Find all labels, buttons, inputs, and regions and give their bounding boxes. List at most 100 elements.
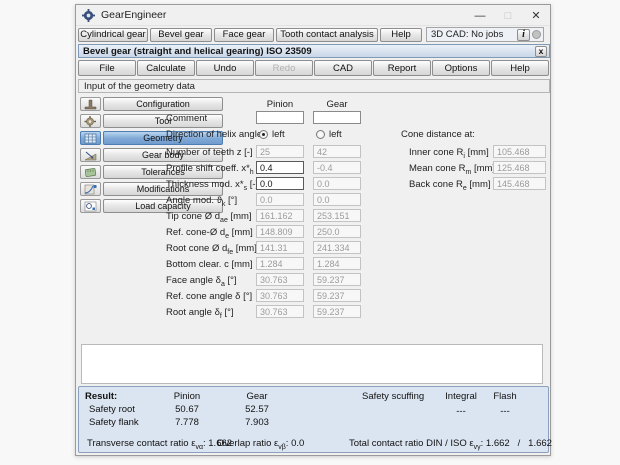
angle-mod-label: Angle mod. ϑk [°] <box>166 195 238 208</box>
bottom-clearance-pinion-field <box>256 257 304 270</box>
menu-bar: File Calculate Undo Redo CAD Report Opti… <box>78 60 550 76</box>
ref-cone-angle-pinion-field <box>256 289 304 302</box>
pinion-column-header: Pinion <box>266 99 294 110</box>
document-bar: Bevel gear (straight and helical gearing… <box>78 44 550 58</box>
menu-calculate-button[interactable]: Calculate <box>137 60 195 76</box>
window-controls: — □ ✕ <box>466 5 550 26</box>
safety-root-label: Safety root <box>89 404 135 415</box>
total-contact-ratio: Total contact ratio DIN / ISO εvγ: 1.662… <box>349 438 552 451</box>
mean-cone-label: Mean cone Rm [mm] <box>409 163 496 176</box>
profile-shift-pinion-input[interactable] <box>256 161 304 174</box>
cone-distance-title: Cone distance at: <box>401 129 475 140</box>
gear-column-header: Gear <box>326 99 348 110</box>
tip-cone-gear-field <box>313 209 361 222</box>
face-angle-pinion-field <box>256 273 304 286</box>
result-title: Result: <box>85 391 118 402</box>
tip-cone-label: Tip cone Ø dae [mm] <box>166 211 252 224</box>
document-close-icon[interactable]: x <box>535 45 547 57</box>
menu-cad-button[interactable]: CAD <box>314 60 372 76</box>
menu-undo-button[interactable]: Undo <box>196 60 254 76</box>
cad-status-panel: 3D CAD: No jobs i <box>426 27 544 42</box>
gear-body-icon <box>80 148 101 162</box>
comment-gear-input[interactable] <box>313 111 361 124</box>
ref-cone-dia-gear-field <box>313 225 361 238</box>
info-icon[interactable]: i <box>517 28 530 41</box>
document-title: Bevel gear (straight and helical gearing… <box>83 45 312 57</box>
tab-help[interactable]: Help <box>380 27 422 42</box>
teeth-pinion-field <box>256 145 304 158</box>
message-box <box>81 344 543 384</box>
gear-helix-left-radio[interactable] <box>316 130 325 139</box>
cad-status-label: 3D CAD: No jobs <box>431 29 504 40</box>
minimize-button[interactable]: — <box>466 5 494 26</box>
desktop: GearEngineer — □ ✕ Cylindrical gear Beve… <box>0 0 620 465</box>
section-title: Input of the geometry data <box>84 80 195 92</box>
menu-help-button[interactable]: Help <box>491 60 549 76</box>
inner-cone-label: Inner cone Ri [mm] <box>409 147 489 160</box>
result-panel: Result: Pinion Gear Safety scuffing Inte… <box>78 386 552 453</box>
tool-gear-icon <box>80 114 101 128</box>
angle-mod-gear-field <box>313 193 361 206</box>
overlap-ratio: Overlap ratio εvβ: 0.0 <box>217 438 305 451</box>
inner-cone-field <box>493 145 546 158</box>
gear-helix-left-label: left <box>329 129 342 140</box>
sidebar-item-configuration[interactable]: Configuration <box>80 97 223 111</box>
ref-cone-angle-gear-field <box>313 289 361 302</box>
module-tab-row: Cylindrical gear Bevel gear Face gear To… <box>76 26 550 43</box>
geometry-grid-icon <box>80 131 101 145</box>
tab-bevel-gear[interactable]: Bevel gear <box>150 27 212 42</box>
result-pinion-header: Pinion <box>173 391 201 402</box>
gearengineer-window: GearEngineer — □ ✕ Cylindrical gear Beve… <box>75 4 552 456</box>
title-bar[interactable]: GearEngineer — □ ✕ <box>76 5 550 26</box>
pinion-helix-left-label: left <box>272 129 285 140</box>
tab-face-gear[interactable]: Face gear <box>214 27 274 42</box>
result-gear-header: Gear <box>246 391 268 402</box>
menu-report-button[interactable]: Report <box>373 60 431 76</box>
scuffing-flash-value: --- <box>500 406 510 417</box>
face-angle-label: Face angle δa [°] <box>166 275 237 288</box>
back-cone-label: Back cone Re [mm] <box>409 179 491 192</box>
safety-flank-pinion-value: 7.778 <box>175 417 199 428</box>
profile-shift-label: Profile shift coeff. x*h [-] <box>166 163 265 176</box>
thickness-mod-pinion-input[interactable] <box>256 177 304 190</box>
menu-file-button[interactable]: File <box>78 60 136 76</box>
mean-cone-field <box>493 161 546 174</box>
tolerances-ruler-icon <box>80 165 101 179</box>
transverse-contact-ratio: Transverse contact ratio εvα: 1.662 <box>87 438 233 451</box>
safety-scuffing-header: Safety scuffing <box>362 391 425 402</box>
safety-flank-label: Safety flank <box>89 417 139 428</box>
close-button[interactable]: ✕ <box>522 5 550 26</box>
comment-label: Comment <box>166 113 208 124</box>
root-angle-gear-field <box>313 305 361 318</box>
sidebar-label: Configuration <box>103 97 223 111</box>
tip-cone-pinion-field <box>256 209 304 222</box>
ref-cone-angle-label: Ref. cone angle δ [°] <box>166 291 253 302</box>
tab-tooth-contact-analysis[interactable]: Tooth contact analysis <box>276 27 378 42</box>
flash-header: Flash <box>493 391 517 402</box>
thickness-mod-gear-field <box>313 177 361 190</box>
teeth-label: Number of teeth z [-] <box>166 147 253 158</box>
angle-mod-pinion-field <box>256 193 304 206</box>
modifications-icon <box>80 182 101 196</box>
helix-direction-label: Direction of helix angle <box>166 129 263 140</box>
menu-redo-button: Redo <box>255 60 313 76</box>
status-led-icon <box>532 30 541 39</box>
configuration-icon <box>80 97 101 111</box>
root-cone-gear-field <box>313 241 361 254</box>
app-gear-icon <box>82 8 95 22</box>
section-header: Input of the geometry data <box>78 79 550 93</box>
ref-cone-dia-pinion-field <box>256 225 304 238</box>
tab-cylindrical-gear[interactable]: Cylindrical gear <box>78 27 148 42</box>
profile-shift-gear-field <box>313 161 361 174</box>
pinion-helix-left-radio[interactable] <box>259 130 268 139</box>
ref-cone-dia-label: Ref. cone-Ø de [mm] <box>166 227 253 240</box>
maximize-button[interactable]: □ <box>494 5 522 26</box>
comment-pinion-input[interactable] <box>256 111 304 124</box>
safety-root-pinion-value: 50.67 <box>175 404 199 415</box>
menu-options-button[interactable]: Options <box>432 60 490 76</box>
bottom-clearance-gear-field <box>313 257 361 270</box>
bottom-clearance-label: Bottom clear. c [mm] <box>166 259 253 270</box>
safety-root-gear-value: 52.57 <box>245 404 269 415</box>
safety-flank-gear-value: 7.903 <box>245 417 269 428</box>
root-angle-pinion-field <box>256 305 304 318</box>
